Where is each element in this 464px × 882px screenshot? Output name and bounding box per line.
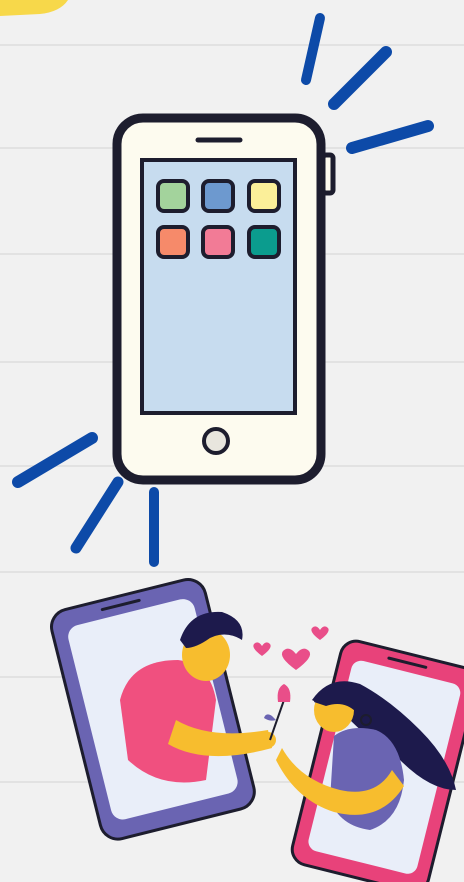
vibration-marks-top (301, 13, 434, 154)
phone-icon (112, 113, 336, 485)
app-icon (156, 225, 190, 259)
app-icon (201, 179, 235, 213)
sticky-note (0, 0, 68, 16)
home-button-icon (202, 427, 230, 455)
app-icon (201, 225, 235, 259)
app-icon (247, 225, 281, 259)
app-icon (247, 179, 281, 213)
illustration-canvas (0, 0, 464, 882)
app-icon (156, 179, 190, 213)
heart-icon (253, 626, 329, 670)
